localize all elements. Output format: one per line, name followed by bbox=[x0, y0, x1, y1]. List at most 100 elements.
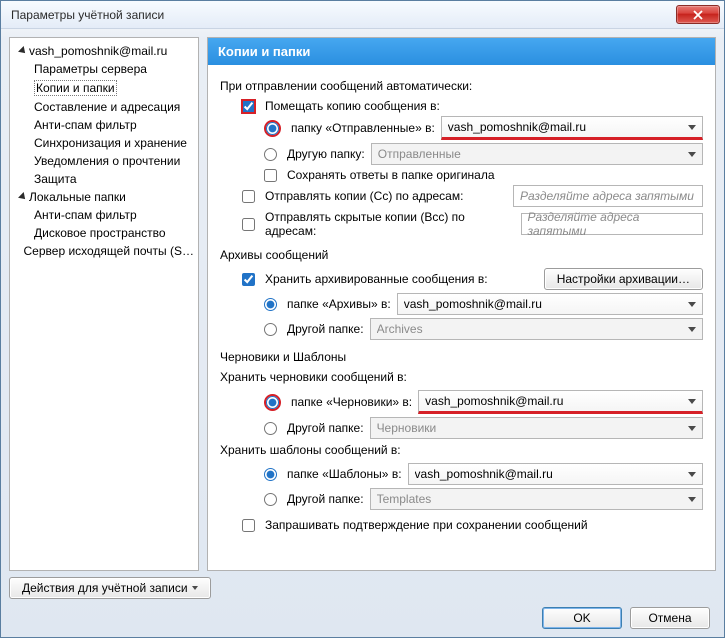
save-replies-row: Сохранять ответы в папке оригинала bbox=[220, 168, 703, 182]
templates-other-select[interactable]: Templates bbox=[370, 488, 703, 510]
send-heading: При отправлении сообщений автоматически: bbox=[220, 79, 703, 93]
tree-item-local-antispam[interactable]: Анти-спам фильтр bbox=[12, 206, 196, 224]
chevron-down-icon bbox=[684, 319, 700, 339]
chevron-down-icon bbox=[684, 489, 700, 509]
tree-account-root[interactable]: vash_pomoshnik@mail.ru bbox=[12, 42, 196, 60]
dialog-footer: OK Отмена bbox=[9, 607, 716, 629]
window: Параметры учётной записи vash_pomoshnik@… bbox=[0, 0, 725, 638]
panel-body: При отправлении сообщений автоматически:… bbox=[208, 65, 715, 570]
work-area: vash_pomoshnik@mail.ru Параметры сервера… bbox=[9, 37, 716, 571]
bcc-checkbox[interactable] bbox=[242, 218, 255, 231]
archive-account-select[interactable]: vash_pomoshnik@mail.ru bbox=[397, 293, 703, 315]
templates-other-row: Другой папке: Templates bbox=[220, 488, 703, 510]
archive-settings-button[interactable]: Настройки архивации… bbox=[544, 268, 703, 290]
sent-account-select[interactable]: vash_pomoshnik@mail.ru bbox=[441, 116, 703, 140]
archive-folder-row: папке «Архивы» в: vash_pomoshnik@mail.ru bbox=[220, 293, 703, 315]
chevron-down-icon bbox=[684, 294, 700, 314]
archive-keep-checkbox[interactable] bbox=[242, 273, 255, 286]
tree-item-sync[interactable]: Синхронизация и хранение bbox=[12, 134, 196, 152]
close-button[interactable] bbox=[676, 5, 720, 24]
templates-account-select[interactable]: vash_pomoshnik@mail.ru bbox=[408, 463, 703, 485]
cc-row: Отправлять копии (Cc) по адресам: Раздел… bbox=[220, 185, 703, 207]
tree-item-copies-folders[interactable]: Копии и папки bbox=[12, 78, 196, 98]
hot-marker bbox=[264, 394, 281, 411]
bcc-label[interactable]: Отправлять скрытые копии (Bcc) по адреса… bbox=[265, 210, 509, 238]
drafts-other-radio[interactable] bbox=[264, 422, 277, 435]
save-replies-checkbox[interactable] bbox=[264, 169, 277, 182]
templates-folder-radio[interactable] bbox=[264, 468, 277, 481]
tree-item-server[interactable]: Параметры сервера bbox=[12, 60, 196, 78]
sent-other-label[interactable]: Другую папку: bbox=[287, 147, 365, 161]
tree-label: Локальные папки bbox=[29, 190, 126, 204]
account-tree[interactable]: vash_pomoshnik@mail.ru Параметры сервера… bbox=[9, 37, 199, 571]
settings-panel: Копии и папки При отправлении сообщений … bbox=[207, 37, 716, 571]
confirm-label[interactable]: Запрашивать подтверждение при сохранении… bbox=[265, 518, 588, 532]
archive-other-row: Другой папке: Archives bbox=[220, 318, 703, 340]
confirm-checkbox[interactable] bbox=[242, 519, 255, 532]
tree-item-smtp[interactable]: Сервер исходящей почты (S… bbox=[12, 242, 196, 260]
drafts-label: Хранить черновики сообщений в: bbox=[220, 370, 703, 384]
cancel-button[interactable]: Отмена bbox=[630, 607, 710, 629]
chevron-down-icon bbox=[684, 464, 700, 484]
sent-folder-row: папку «Отправленные» в: vash_pomoshnik@m… bbox=[220, 116, 703, 140]
cc-checkbox[interactable] bbox=[242, 190, 255, 203]
tree-label: vash_pomoshnik@mail.ru bbox=[29, 44, 167, 58]
sent-other-radio[interactable] bbox=[264, 148, 277, 161]
twisty-icon[interactable] bbox=[18, 193, 27, 202]
templates-other-label[interactable]: Другой папке: bbox=[287, 492, 364, 506]
archive-keep-label[interactable]: Хранить архивированные сообщения в: bbox=[265, 272, 488, 286]
archive-folder-radio[interactable] bbox=[264, 298, 277, 311]
drafts-other-row: Другой папке: Черновики bbox=[220, 417, 703, 439]
bcc-row: Отправлять скрытые копии (Bcc) по адреса… bbox=[220, 210, 703, 238]
templates-folder-label[interactable]: папке «Шаблоны» в: bbox=[287, 467, 402, 481]
keep-copy-checkbox[interactable] bbox=[242, 100, 255, 113]
confirm-row: Запрашивать подтверждение при сохранении… bbox=[220, 518, 703, 532]
account-actions-button[interactable]: Действия для учётной записи bbox=[9, 577, 211, 599]
chevron-down-icon bbox=[684, 117, 700, 137]
bcc-input[interactable]: Разделяйте адреса запятыми bbox=[521, 213, 703, 235]
drafts-other-select[interactable]: Черновики bbox=[370, 417, 703, 439]
tree-item-composition[interactable]: Составление и адресация bbox=[12, 98, 196, 116]
chevron-down-icon bbox=[684, 391, 700, 411]
archive-keep-row: Хранить архивированные сообщения в: Наст… bbox=[220, 268, 703, 290]
sent-other-select[interactable]: Отправленные bbox=[371, 143, 703, 165]
archive-other-label[interactable]: Другой папке: bbox=[287, 322, 364, 336]
sent-folder-label[interactable]: папку «Отправленные» в: bbox=[291, 121, 435, 135]
tree-item-security[interactable]: Защита bbox=[12, 170, 196, 188]
chevron-down-icon bbox=[684, 144, 700, 164]
drafts-folder-radio[interactable] bbox=[266, 396, 279, 409]
twisty-icon[interactable] bbox=[18, 47, 27, 56]
keep-copy-row: Помещать копию сообщения в: bbox=[220, 99, 703, 113]
hot-marker bbox=[264, 120, 281, 137]
ok-button[interactable]: OK bbox=[542, 607, 622, 629]
save-replies-label[interactable]: Сохранять ответы в папке оригинала bbox=[287, 168, 495, 182]
archive-other-select[interactable]: Archives bbox=[370, 318, 703, 340]
cc-input[interactable]: Разделяйте адреса запятыми bbox=[513, 185, 703, 207]
titlebar[interactable]: Параметры учётной записи bbox=[1, 1, 724, 29]
tree-local-root[interactable]: Локальные папки bbox=[12, 188, 196, 206]
sent-folder-radio[interactable] bbox=[266, 122, 279, 135]
tree-item-local-disk[interactable]: Дисковое пространство bbox=[12, 224, 196, 242]
sent-other-row: Другую папку: Отправленные bbox=[220, 143, 703, 165]
drafts-folder-row: папке «Черновики» в: vash_pomoshnik@mail… bbox=[220, 390, 703, 414]
window-title: Параметры учётной записи bbox=[11, 8, 676, 22]
bottom-actions: Действия для учётной записи bbox=[9, 577, 716, 599]
archive-folder-label[interactable]: папке «Архивы» в: bbox=[287, 297, 391, 311]
panel-title: Копии и папки bbox=[208, 38, 715, 65]
tree-item-receipts[interactable]: Уведомления о прочтении bbox=[12, 152, 196, 170]
tree-item-antispam[interactable]: Анти-спам фильтр bbox=[12, 116, 196, 134]
keep-copy-label[interactable]: Помещать копию сообщения в: bbox=[265, 99, 440, 113]
client-area: vash_pomoshnik@mail.ru Параметры сервера… bbox=[1, 29, 724, 637]
cc-label[interactable]: Отправлять копии (Cc) по адресам: bbox=[265, 189, 463, 203]
archive-other-radio[interactable] bbox=[264, 323, 277, 336]
templates-folder-row: папке «Шаблоны» в: vash_pomoshnik@mail.r… bbox=[220, 463, 703, 485]
drafts-other-label[interactable]: Другой папке: bbox=[287, 421, 364, 435]
archive-heading: Архивы сообщений bbox=[220, 248, 703, 262]
drafts-account-select[interactable]: vash_pomoshnik@mail.ru bbox=[418, 390, 703, 414]
templates-other-radio[interactable] bbox=[264, 493, 277, 506]
chevron-down-icon bbox=[192, 586, 198, 590]
templates-label: Хранить шаблоны сообщений в: bbox=[220, 443, 703, 457]
drafts-folder-label[interactable]: папке «Черновики» в: bbox=[291, 395, 412, 409]
close-icon bbox=[693, 10, 703, 20]
chevron-down-icon bbox=[684, 418, 700, 438]
